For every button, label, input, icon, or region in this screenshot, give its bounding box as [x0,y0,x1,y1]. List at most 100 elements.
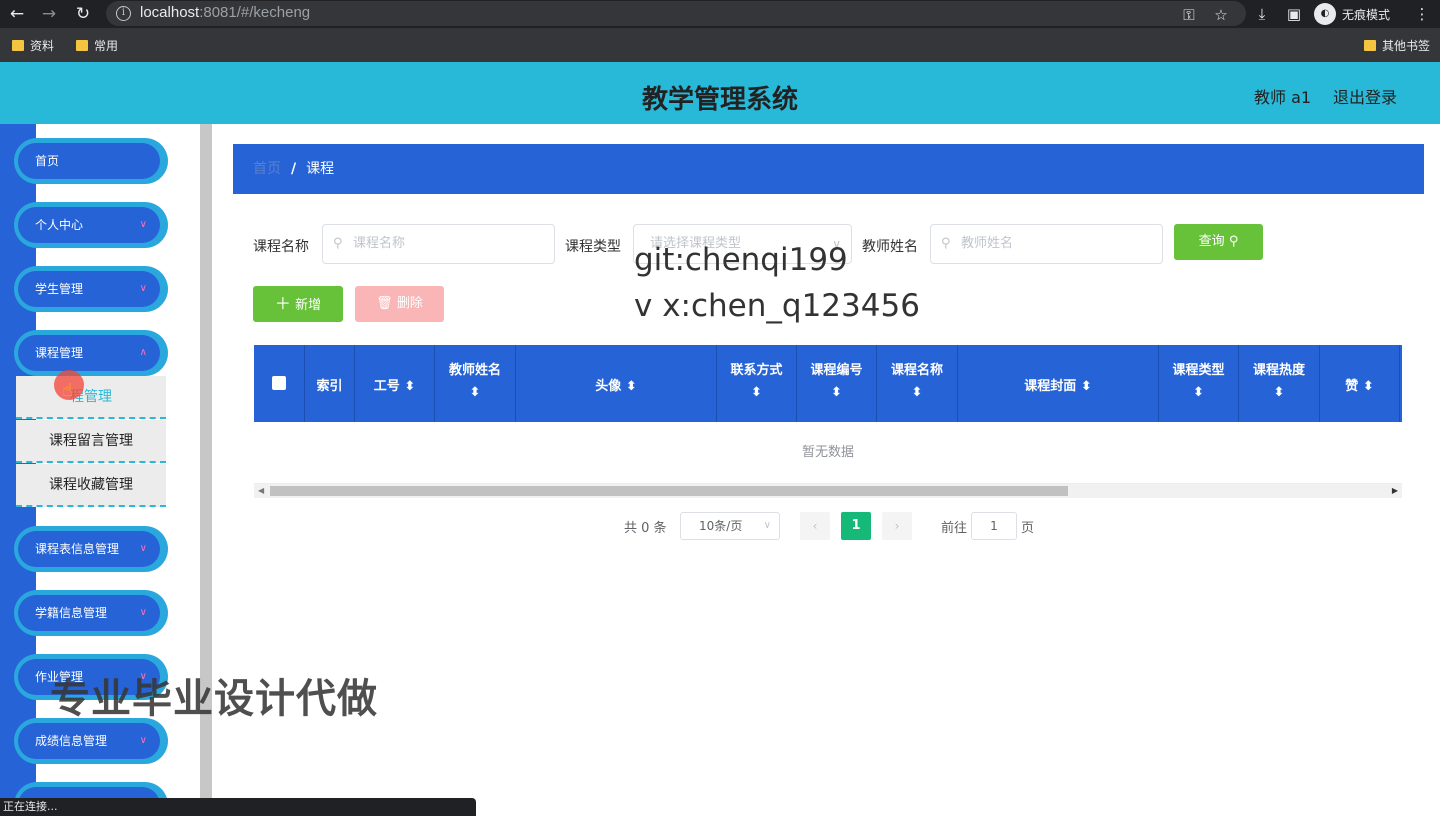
sidebar-item-profile[interactable]: 个人中心 ∨ [14,202,168,248]
chevron-down-icon: ∨ [139,607,147,618]
course-name-label: 课程名称 [253,239,309,255]
chevron-down-icon: ∨ [139,219,147,230]
empty-state: 暂无数据 [254,422,1402,484]
bookmark-folder-1[interactable]: 资料 [12,37,54,54]
column-header[interactable]: 课程名称 ⬍ [877,345,958,422]
goto-page-input[interactable]: 1 [971,512,1017,540]
hand-cursor-icon: ☝ [62,380,73,401]
table-hscrollbar[interactable]: ◀ ▶ [254,484,1402,498]
folder-icon [76,40,88,51]
info-icon[interactable]: i [116,6,131,21]
bookmarks-bar: 资料 常用 其他书签 [0,28,1440,62]
add-button[interactable]: ＋ 新增 [253,286,343,322]
breadcrumb-current: 课程 [306,161,335,177]
column-header[interactable]: 课程封面 ⬍ [958,345,1159,422]
sort-icon: ⬍ [469,385,481,400]
column-header[interactable]: 课程热度 ⬍ [1239,345,1320,422]
address-bar[interactable]: i localhost:8081/#/kecheng ⚿ ☆ [106,1,1246,26]
teacher-name-label: 教师姓名 [862,239,918,255]
sort-icon: ⬍ [1193,385,1204,400]
scroll-right-icon[interactable]: ▶ [1392,484,1398,498]
sort-icon: ⬍ [625,379,637,394]
sort-icon: ⬍ [751,385,762,400]
sidebar-item-grades[interactable]: 成绩信息管理 ∨ [14,718,168,764]
url-text: localhost:8081/#/kecheng [140,4,311,21]
sidebar-item-enrollment[interactable]: 学籍信息管理 ∨ [14,590,168,636]
table-header: 索引 工号 ⬍ 教师姓名 ⬍ 头像 ⬍ 联系方式 ⬍ 课程编号 ⬍ 课程名称 ⬍ 课程封… [254,345,1402,422]
watermark-ad: 专业毕业设计代做 [50,676,378,722]
sidebar-item-students[interactable]: 学生管理 ∨ [14,266,168,312]
next-page-button[interactable]: › [882,512,912,540]
prev-page-button[interactable]: ‹ [800,512,830,540]
plus-icon: ＋ [274,294,291,313]
column-header[interactable]: 课程编号 ⬍ [797,345,877,422]
chevron-down-icon: ∨ [139,543,147,554]
breadcrumb: 首页 / 课程 [233,144,1424,194]
sidepanel-icon[interactable]: ▣ [1284,3,1304,25]
goto-label: 前往 [941,521,968,536]
chevron-up-icon: ∧ [139,347,147,358]
breadcrumb-separator: / [291,161,297,177]
logout-link[interactable]: 退出登录 [1333,84,1397,108]
pagination-total: 共 0 条 [624,521,667,536]
search-icon: ⚲ [941,236,951,251]
search-icon: ⚲ [333,236,343,251]
search-icon: ⚲ [1228,234,1239,249]
column-header[interactable]: 赞 ⬍ [1320,345,1400,422]
back-icon[interactable]: ← [6,3,28,25]
app-header: 教学管理系统 教师 a1 退出登录 [0,62,1440,124]
download-icon[interactable]: ⤓ [1252,3,1272,25]
submenu-course-favorites[interactable]: 课程收藏管理 [16,464,166,507]
column-header[interactable]: 教师姓名 ⬍ [435,345,516,422]
reload-icon[interactable]: ↻ [72,3,94,25]
key-icon[interactable]: ⚿ [1180,4,1198,26]
column-header: 索引 [305,345,355,422]
column-header[interactable]: 头像 ⬍ [516,345,717,422]
select-all-checkbox[interactable] [272,376,286,390]
page-number-current[interactable]: 1 [841,512,871,540]
scroll-left-icon[interactable]: ◀ [258,484,264,498]
sidebar-item-courses[interactable]: 课程管理 ∧ [14,330,168,376]
incognito-indicator[interactable]: ◐ 无痕模式 [1314,2,1390,26]
sort-icon: ⬍ [1080,379,1092,394]
folder-icon [1364,40,1376,51]
submenu-course-manage[interactable]: 程管理 [16,376,166,419]
teacher-name-input[interactable]: ⚲ 教师姓名 [930,224,1163,264]
trash-icon: 🗑 [376,296,393,311]
column-header[interactable]: 联系方式 ⬍ [717,345,797,422]
delete-button[interactable]: 🗑 删除 [355,286,444,322]
other-bookmarks[interactable]: 其他书签 [1364,37,1430,54]
browser-status: 正在连接... [0,798,476,816]
chevron-down-icon: ∨ [763,520,771,531]
column-header[interactable]: 课程类型 ⬍ [1159,345,1239,422]
sort-icon: ⬍ [1362,379,1374,394]
bookmark-folder-2[interactable]: 常用 [76,37,118,54]
page-suffix: 页 [1021,521,1035,536]
course-type-label: 课程类型 [565,239,621,255]
sort-icon: ⬍ [404,379,416,394]
incognito-label: 无痕模式 [1342,7,1391,22]
sidebar-item-schedule[interactable]: 课程表信息管理 ∨ [14,526,168,572]
chevron-down-icon: ∨ [139,283,147,294]
sort-icon: ⬍ [831,385,842,400]
incognito-icon: ◐ [1314,3,1336,25]
submenu-course-comments[interactable]: 课程留言管理 [16,420,166,463]
column-header[interactable]: 工号 ⬍ [355,345,435,422]
query-button[interactable]: 查询 ⚲ [1174,224,1263,260]
breadcrumb-home[interactable]: 首页 [253,161,281,177]
star-icon[interactable]: ☆ [1212,4,1230,26]
folder-icon [12,40,24,51]
sidebar-item-home[interactable]: 首页 [14,138,168,184]
page-size-select[interactable]: 10条/页 ∨ [680,512,780,540]
forward-icon[interactable]: → [38,3,60,25]
app-title: 教学管理系统 [641,85,798,115]
current-user: 教师 a1 [1254,88,1312,107]
course-name-input[interactable]: ⚲ 课程名称 [322,224,555,264]
menu-dots-icon[interactable]: ⋮ [1412,3,1432,25]
sort-icon: ⬍ [1273,385,1285,400]
browser-toolbar: ← → ↻ i localhost:8081/#/kecheng ⚿ ☆ ⤓ ▣… [0,0,1440,28]
watermark-wx: v x:chen_q123456 [634,288,920,324]
scroll-thumb[interactable] [270,486,1068,496]
select-all-column [254,345,305,422]
sort-icon: ⬍ [911,385,923,400]
